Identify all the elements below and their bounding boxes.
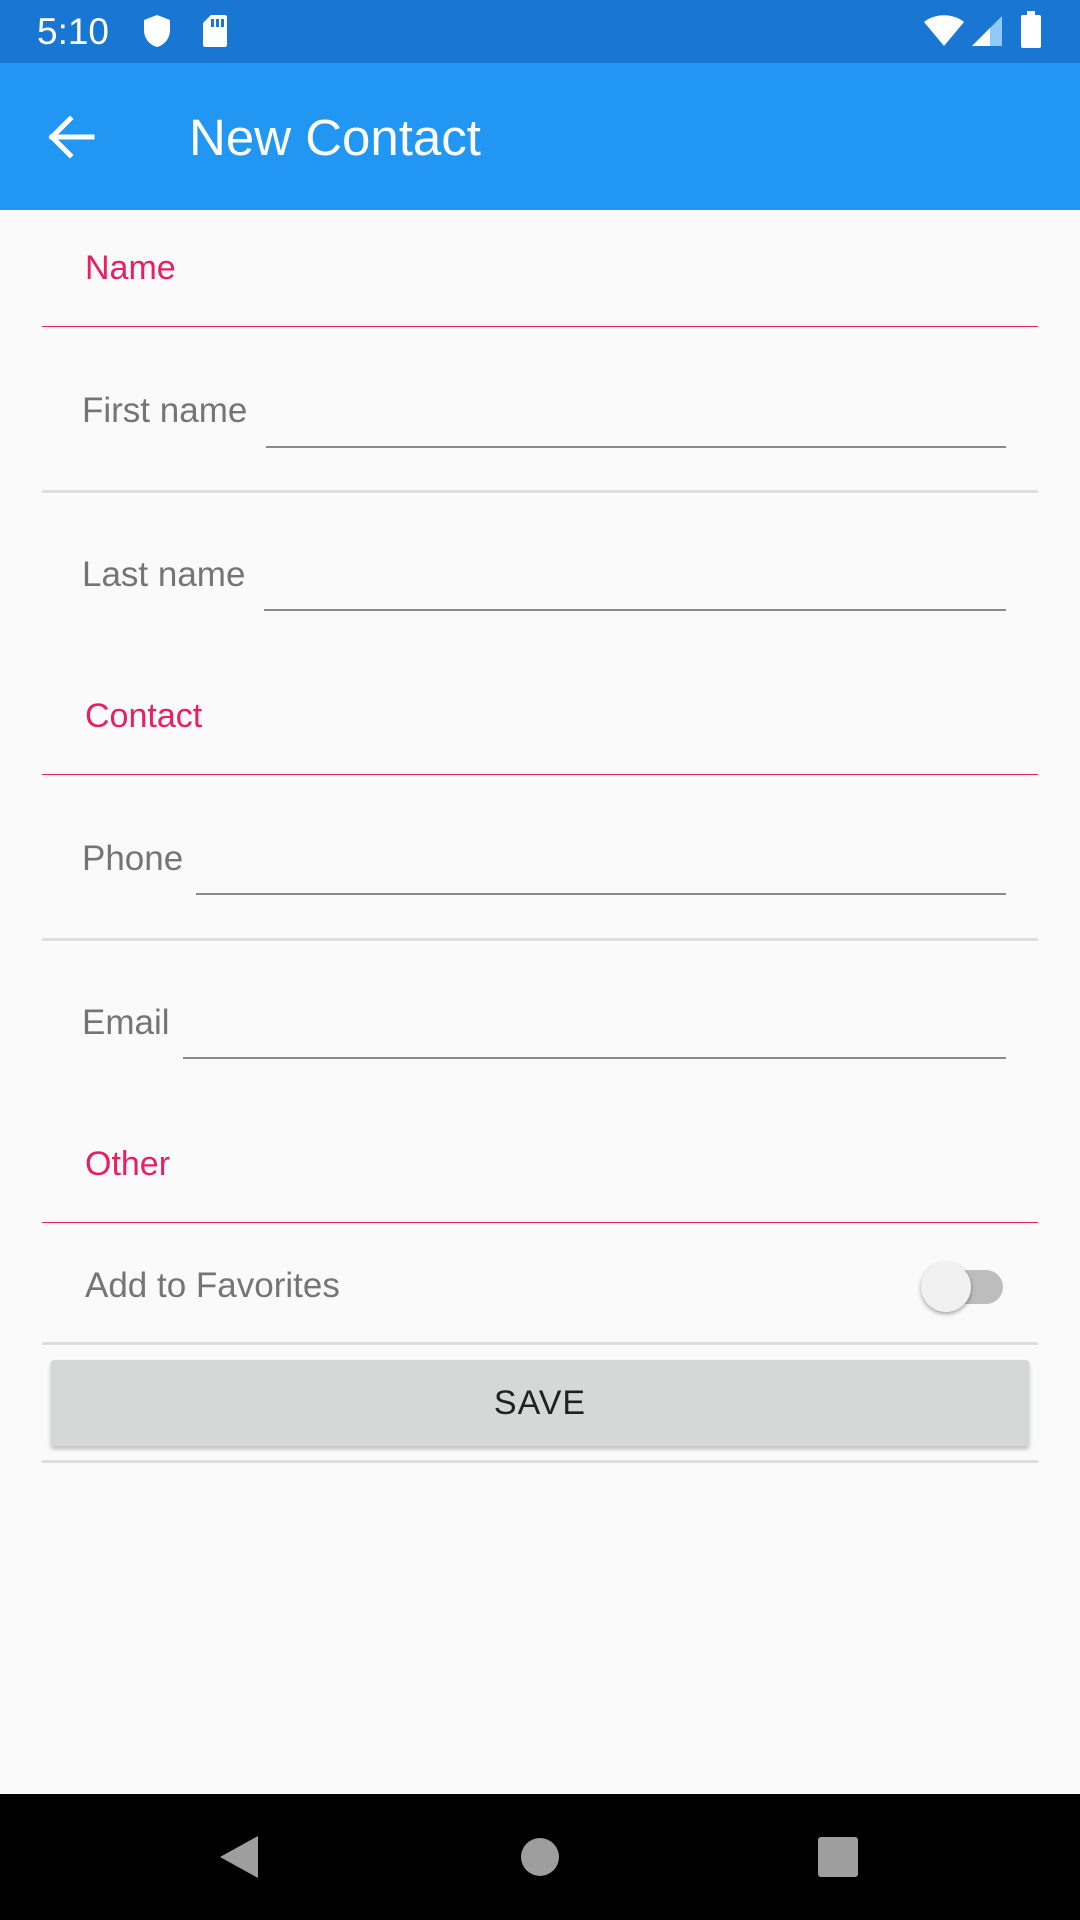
home-circle-icon [521,1838,559,1876]
shield-icon [142,13,172,54]
phone-label: Phone [82,839,184,878]
recents-square-icon [818,1837,858,1877]
status-time: 5:10 [37,11,110,52]
email-field[interactable] [183,1011,1006,1059]
sd-card-icon [201,13,229,54]
back-triangle-icon [220,1836,258,1878]
row-divider [42,1460,1038,1463]
save-button[interactable]: SAVE [51,1360,1029,1446]
app-bar: New Contact [0,63,1080,210]
first-name-label: First name [82,391,248,430]
signal-icon [968,14,1004,53]
status-bar: 5:10 [0,0,1080,63]
battery-icon [1020,11,1042,54]
page-title: New Contact [189,109,481,166]
email-label: Email [82,1003,170,1042]
row-divider [42,1342,1038,1345]
row-divider [42,938,1038,941]
nav-back-button[interactable] [200,1824,280,1890]
section-divider [42,774,1038,775]
section-divider [42,326,1038,327]
section-title-name: Name [85,249,176,287]
favorites-toggle[interactable] [921,1255,1006,1315]
back-button[interactable] [30,102,112,172]
arrow-back-icon [48,115,95,159]
favorites-label: Add to Favorites [85,1266,340,1305]
navigation-bar [0,1794,1080,1920]
nav-recents-button[interactable] [798,1824,878,1890]
first-name-field[interactable] [266,400,1006,448]
last-name-field[interactable] [264,563,1006,611]
screen: 5:10 New Contact Name First name Last na… [0,0,1080,1920]
toggle-thumb [921,1262,971,1312]
section-divider [42,1222,1038,1223]
section-title-other: Other [85,1145,171,1183]
wifi-icon [922,14,966,53]
row-divider [42,490,1038,493]
last-name-label: Last name [82,555,246,594]
nav-home-button[interactable] [500,1824,580,1890]
phone-field[interactable] [196,847,1006,895]
section-title-contact: Contact [85,697,203,735]
